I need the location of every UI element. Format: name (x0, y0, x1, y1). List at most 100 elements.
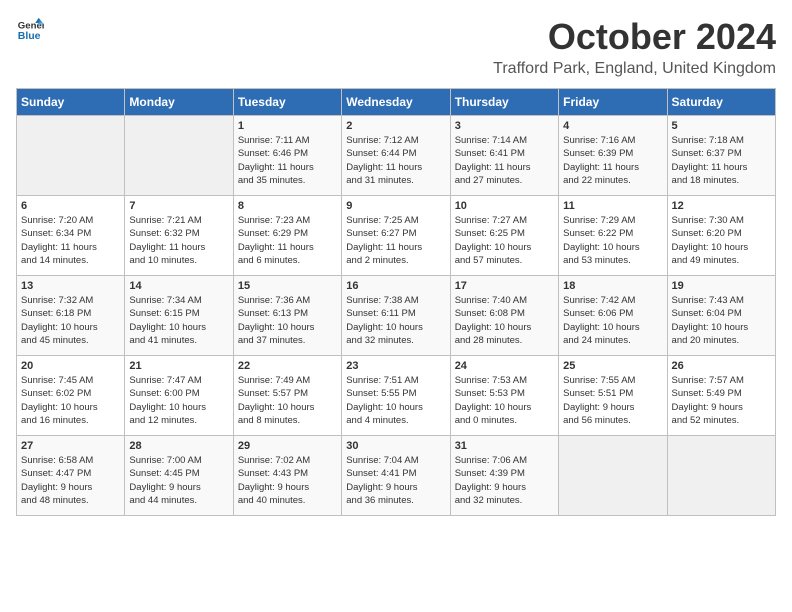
calendar-cell: 21 Sunrise: 7:47 AM Sunset: 6:00 PM Dayli… (125, 356, 233, 436)
calendar-cell: 23Sunrise: 7:51 AM Sunset: 5:55 PM Dayli… (342, 356, 450, 436)
day-content: Sunrise: 7:18 AM Sunset: 6:37 PM Dayligh… (672, 134, 771, 187)
location: Trafford Park, England, United Kingdom (493, 60, 776, 78)
calendar-cell: 30 Sunrise: 7:04 AM Sunset: 4:41 PM Dayli… (342, 436, 450, 516)
day-number: 8 (238, 200, 337, 212)
day-content: Sunrise: 7:43 AM Sunset: 6:04 PM Dayligh… (672, 294, 771, 347)
day-content: Sunrise: 7:12 AM Sunset: 6:44 PM Dayligh… (346, 134, 445, 187)
calendar-cell: 24 Sunrise: 7:53 AM Sunset: 5:53 PM Dayli… (450, 356, 558, 436)
col-header-saturday: Saturday (667, 89, 775, 116)
day-number: 16 (346, 280, 445, 292)
day-content: Sunrise: 7:02 AM Sunset: 4:43 PM Dayligh… (238, 454, 337, 507)
calendar-week-2: 6 Sunrise: 7:20 AM Sunset: 6:34 PM Daylig… (17, 196, 776, 276)
day-content: Sunrise: 7:00 AM Sunset: 4:45 PM Dayligh… (129, 454, 228, 507)
calendar-cell: 1 Sunrise: 7:11 AM Sunset: 6:46 PM Daylig… (233, 116, 341, 196)
calendar-cell: 28 Sunrise: 7:00 AM Sunset: 4:45 PM Dayli… (125, 436, 233, 516)
day-number: 17 (455, 280, 554, 292)
col-header-wednesday: Wednesday (342, 89, 450, 116)
calendar-cell: 19 Sunrise: 7:43 AM Sunset: 6:04 PM Dayli… (667, 276, 775, 356)
day-content: Sunrise: 7:49 AM Sunset: 5:57 PM Dayligh… (238, 374, 337, 427)
calendar-cell: 31Sunrise: 7:06 AM Sunset: 4:39 PM Dayli… (450, 436, 558, 516)
calendar-cell: 7Sunrise: 7:21 AM Sunset: 6:32 PM Daylig… (125, 196, 233, 276)
day-content: Sunrise: 7:51 AM Sunset: 5:55 PM Dayligh… (346, 374, 445, 427)
calendar-week-5: 27 Sunrise: 6:58 AM Sunset: 4:47 PM Dayli… (17, 436, 776, 516)
day-number: 12 (672, 200, 771, 212)
calendar-cell: 10 Sunrise: 7:27 AM Sunset: 6:25 PM Dayli… (450, 196, 558, 276)
col-header-sunday: Sunday (17, 89, 125, 116)
calendar-cell: 14 Sunrise: 7:34 AM Sunset: 6:15 PM Dayli… (125, 276, 233, 356)
day-content: Sunrise: 7:47 AM Sunset: 6:00 PM Dayligh… (129, 374, 228, 427)
day-number: 29 (238, 440, 337, 452)
logo: General Blue (16, 16, 44, 44)
calendar-cell: 20 Sunrise: 7:45 AM Sunset: 6:02 PM Dayli… (17, 356, 125, 436)
day-content: Sunrise: 7:38 AM Sunset: 6:11 PM Dayligh… (346, 294, 445, 347)
calendar-cell: 17 Sunrise: 7:40 AM Sunset: 6:08 PM Dayli… (450, 276, 558, 356)
calendar-cell: 16 Sunrise: 7:38 AM Sunset: 6:11 PM Dayli… (342, 276, 450, 356)
calendar-week-3: 13Sunrise: 7:32 AM Sunset: 6:18 PM Dayli… (17, 276, 776, 356)
day-content: Sunrise: 7:55 AM Sunset: 5:51 PM Dayligh… (563, 374, 662, 427)
day-number: 21 (129, 360, 228, 372)
day-content: Sunrise: 7:30 AM Sunset: 6:20 PM Dayligh… (672, 214, 771, 267)
col-header-monday: Monday (125, 89, 233, 116)
day-content: Sunrise: 7:57 AM Sunset: 5:49 PM Dayligh… (672, 374, 771, 427)
day-number: 24 (455, 360, 554, 372)
calendar-cell: 8Sunrise: 7:23 AM Sunset: 6:29 PM Daylig… (233, 196, 341, 276)
calendar-cell: 29 Sunrise: 7:02 AM Sunset: 4:43 PM Dayli… (233, 436, 341, 516)
calendar-cell (125, 116, 233, 196)
day-content: Sunrise: 7:25 AM Sunset: 6:27 PM Dayligh… (346, 214, 445, 267)
calendar-cell: 9 Sunrise: 7:25 AM Sunset: 6:27 PM Daylig… (342, 196, 450, 276)
day-number: 11 (563, 200, 662, 212)
calendar-week-1: 1 Sunrise: 7:11 AM Sunset: 6:46 PM Daylig… (17, 116, 776, 196)
day-content: Sunrise: 7:32 AM Sunset: 6:18 PM Dayligh… (21, 294, 120, 347)
calendar-cell: 18 Sunrise: 7:42 AM Sunset: 6:06 PM Dayli… (559, 276, 667, 356)
day-number: 20 (21, 360, 120, 372)
day-content: Sunrise: 7:04 AM Sunset: 4:41 PM Dayligh… (346, 454, 445, 507)
col-header-friday: Friday (559, 89, 667, 116)
day-content: Sunrise: 6:58 AM Sunset: 4:47 PM Dayligh… (21, 454, 120, 507)
day-number: 26 (672, 360, 771, 372)
day-number: 10 (455, 200, 554, 212)
day-content: Sunrise: 7:36 AM Sunset: 6:13 PM Dayligh… (238, 294, 337, 347)
day-number: 28 (129, 440, 228, 452)
day-content: Sunrise: 7:53 AM Sunset: 5:53 PM Dayligh… (455, 374, 554, 427)
calendar-cell: 6 Sunrise: 7:20 AM Sunset: 6:34 PM Daylig… (17, 196, 125, 276)
day-content: Sunrise: 7:42 AM Sunset: 6:06 PM Dayligh… (563, 294, 662, 347)
day-number: 4 (563, 120, 662, 132)
day-content: Sunrise: 7:16 AM Sunset: 6:39 PM Dayligh… (563, 134, 662, 187)
calendar-cell: 12 Sunrise: 7:30 AM Sunset: 6:20 PM Dayli… (667, 196, 775, 276)
day-content: Sunrise: 7:29 AM Sunset: 6:22 PM Dayligh… (563, 214, 662, 267)
day-number: 18 (563, 280, 662, 292)
day-number: 14 (129, 280, 228, 292)
calendar-cell: 26 Sunrise: 7:57 AM Sunset: 5:49 PM Dayli… (667, 356, 775, 436)
svg-text:Blue: Blue (18, 30, 41, 42)
day-number: 6 (21, 200, 120, 212)
col-header-thursday: Thursday (450, 89, 558, 116)
calendar-cell: 15 Sunrise: 7:36 AM Sunset: 6:13 PM Dayli… (233, 276, 341, 356)
day-content: Sunrise: 7:40 AM Sunset: 6:08 PM Dayligh… (455, 294, 554, 347)
calendar-table: SundayMondayTuesdayWednesdayThursdayFrid… (16, 88, 776, 516)
calendar-cell: 13Sunrise: 7:32 AM Sunset: 6:18 PM Dayli… (17, 276, 125, 356)
calendar-cell: 25Sunrise: 7:55 AM Sunset: 5:51 PM Dayli… (559, 356, 667, 436)
day-number: 7 (129, 200, 228, 212)
day-content: Sunrise: 7:45 AM Sunset: 6:02 PM Dayligh… (21, 374, 120, 427)
day-number: 5 (672, 120, 771, 132)
day-content: Sunrise: 7:14 AM Sunset: 6:41 PM Dayligh… (455, 134, 554, 187)
calendar-cell: 5 Sunrise: 7:18 AM Sunset: 6:37 PM Daylig… (667, 116, 775, 196)
day-number: 30 (346, 440, 445, 452)
logo-icon: General Blue (16, 16, 44, 44)
day-number: 1 (238, 120, 337, 132)
calendar-cell: 3Sunrise: 7:14 AM Sunset: 6:41 PM Daylig… (450, 116, 558, 196)
day-content: Sunrise: 7:20 AM Sunset: 6:34 PM Dayligh… (21, 214, 120, 267)
day-content: Sunrise: 7:34 AM Sunset: 6:15 PM Dayligh… (129, 294, 228, 347)
calendar-cell (667, 436, 775, 516)
day-number: 15 (238, 280, 337, 292)
day-number: 27 (21, 440, 120, 452)
day-content: Sunrise: 7:06 AM Sunset: 4:39 PM Dayligh… (455, 454, 554, 507)
day-content: Sunrise: 7:11 AM Sunset: 6:46 PM Dayligh… (238, 134, 337, 187)
day-number: 22 (238, 360, 337, 372)
title-block: October 2024 Trafford Park, England, Uni… (493, 16, 776, 78)
day-number: 19 (672, 280, 771, 292)
calendar-cell: 27 Sunrise: 6:58 AM Sunset: 4:47 PM Dayli… (17, 436, 125, 516)
day-number: 9 (346, 200, 445, 212)
calendar-cell (559, 436, 667, 516)
day-content: Sunrise: 7:27 AM Sunset: 6:25 PM Dayligh… (455, 214, 554, 267)
